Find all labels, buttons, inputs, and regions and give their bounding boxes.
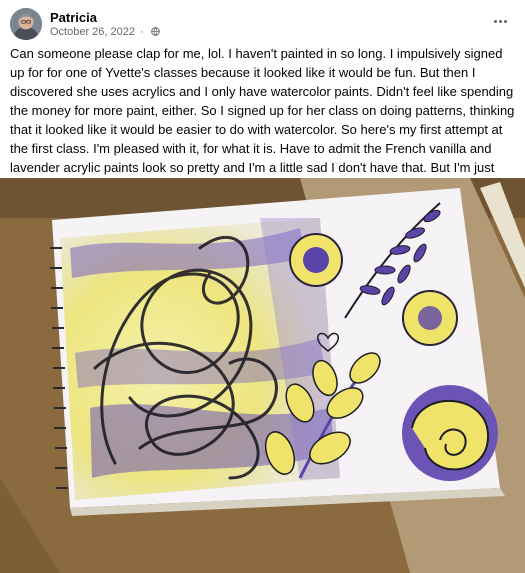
post-date[interactable]: October 26, 2022 xyxy=(50,26,135,38)
post-message: Can someone please clap for me, lol. I h… xyxy=(10,46,515,194)
ellipsis-icon xyxy=(493,19,497,23)
facebook-post: Patricia October 26, 2022 · Can someone … xyxy=(0,0,525,573)
more-options-button[interactable] xyxy=(489,12,511,30)
globe-icon[interactable] xyxy=(150,27,160,36)
post-photo[interactable] xyxy=(0,178,525,573)
post-header: Patricia October 26, 2022 · xyxy=(10,8,515,40)
avatar[interactable] xyxy=(10,8,42,40)
meta-separator: · xyxy=(140,26,144,38)
post-text: Can someone please clap for me, lol. I h… xyxy=(10,44,517,196)
watercolor-painting-image xyxy=(0,178,525,573)
author-name[interactable]: Patricia xyxy=(50,10,97,25)
avatar-image xyxy=(10,8,42,40)
post-meta: October 26, 2022 · xyxy=(50,26,160,38)
